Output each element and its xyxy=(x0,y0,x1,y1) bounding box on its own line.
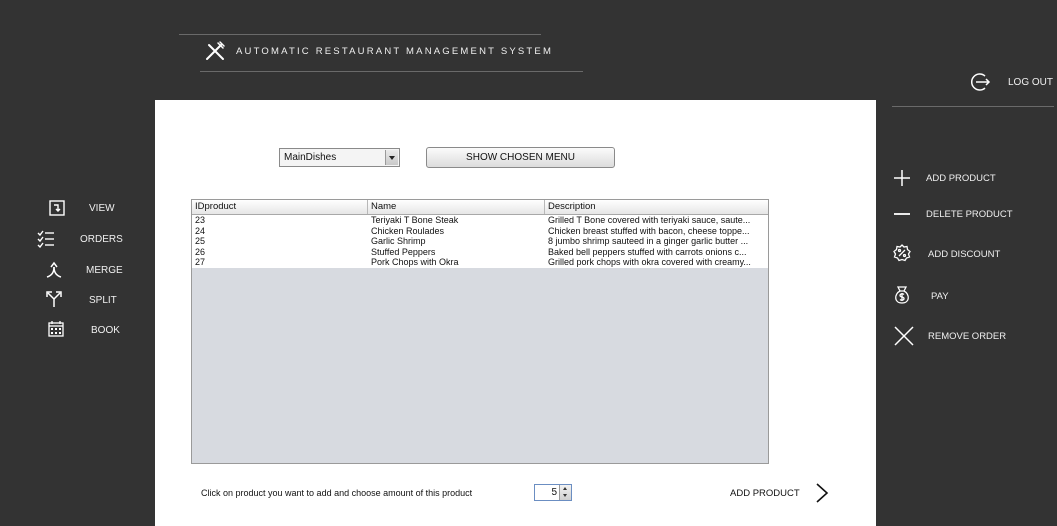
stepper-buttons[interactable] xyxy=(559,485,571,500)
table-row[interactable]: 26 Stuffed Peppers Baked bell peppers st… xyxy=(192,247,768,258)
calendar-icon xyxy=(48,321,64,337)
cell-name: Teriyaki T Bone Steak xyxy=(371,215,459,225)
nav-split[interactable] xyxy=(45,290,63,308)
nav-view-label[interactable]: VIEW xyxy=(89,203,115,214)
app-title: AUTOMATIC RESTAURANT MANAGEMENT SYSTEM xyxy=(236,46,554,57)
cell-id: 24 xyxy=(195,225,206,236)
money-bag-icon[interactable] xyxy=(893,285,911,305)
nav-merge[interactable] xyxy=(45,261,63,279)
add-product-action[interactable]: ADD PRODUCT xyxy=(926,173,996,184)
close-icon[interactable] xyxy=(894,326,914,346)
cell-id: 27 xyxy=(195,257,206,267)
plus-icon[interactable] xyxy=(893,169,911,187)
nav-orders[interactable] xyxy=(37,230,55,248)
table-row[interactable]: 27 Pork Chops with Okra Grilled pork cho… xyxy=(192,257,768,268)
nav-split-label[interactable]: SPLIT xyxy=(89,295,117,306)
add-product-hint: Click on product you want to add and cho… xyxy=(201,488,473,498)
stepper-up-icon[interactable] xyxy=(563,487,567,490)
cutlery-icon xyxy=(206,41,225,60)
column-header-name[interactable]: Name xyxy=(368,200,545,214)
nav-merge-label[interactable]: MERGE xyxy=(86,265,123,276)
logout-icon[interactable] xyxy=(969,71,991,93)
cell-description: Chicken breast stuffed with bacon, chees… xyxy=(548,225,750,236)
table-row[interactable]: 25 Garlic Shrimp 8 jumbo shrimp sauteed … xyxy=(192,236,768,247)
right-panel-divider xyxy=(892,106,1054,107)
cell-id: 26 xyxy=(195,246,206,257)
cell-description: Grilled T Bone covered with teriyaki sau… xyxy=(548,215,751,225)
cell-id: 23 xyxy=(195,215,206,225)
view-icon xyxy=(49,200,65,216)
show-chosen-menu-button[interactable]: SHOW CHOSEN MENU xyxy=(426,147,615,168)
cell-name: Garlic Shrimp xyxy=(371,236,426,246)
nav-orders-label[interactable]: ORDERS xyxy=(80,234,123,245)
cell-description: Baked bell peppers stuffed with carrots … xyxy=(548,246,747,257)
delete-product-action[interactable]: DELETE PRODUCT xyxy=(926,209,1013,220)
table-header: IDproduct Name Description xyxy=(192,200,768,215)
pay-action[interactable]: PAY xyxy=(931,291,949,302)
column-header-idproduct[interactable]: IDproduct xyxy=(192,200,368,214)
nav-view[interactable] xyxy=(48,199,66,217)
stepper-down-icon[interactable] xyxy=(563,494,567,497)
merge-icon xyxy=(46,261,62,278)
nav-book[interactable] xyxy=(47,320,65,338)
cell-description: 8 jumbo shrimp sauteed in a ginger garli… xyxy=(548,236,749,246)
table-row[interactable]: 24 Chicken Roulades Chicken breast stuff… xyxy=(192,226,768,237)
cell-name: Chicken Roulades xyxy=(371,225,445,236)
cell-name: Stuffed Peppers xyxy=(371,246,436,257)
add-discount-action[interactable]: ADD DISCOUNT xyxy=(928,249,1000,260)
cell-id: 25 xyxy=(195,236,206,246)
table-row[interactable]: 23 Teriyaki T Bone Steak Grilled T Bone … xyxy=(192,215,768,226)
quantity-value[interactable]: 5 xyxy=(551,487,557,498)
orders-icon xyxy=(37,230,54,248)
column-header-description[interactable]: Description xyxy=(545,200,768,214)
products-table[interactable]: IDproduct Name Description 23 Teriyaki T… xyxy=(191,199,769,464)
remove-order-action[interactable]: REMOVE ORDER xyxy=(928,331,1006,342)
menu-category-select[interactable]: MainDishes xyxy=(279,148,400,167)
cell-description: Grilled pork chops with okra covered wit… xyxy=(548,257,751,267)
discount-icon[interactable] xyxy=(893,244,911,262)
quantity-stepper[interactable]: 5 xyxy=(534,484,572,501)
chevron-right-icon[interactable] xyxy=(814,482,830,504)
logout-button[interactable]: LOG OUT xyxy=(1008,77,1053,88)
minus-icon[interactable] xyxy=(893,205,911,223)
nav-book-label[interactable]: BOOK xyxy=(91,325,120,336)
split-icon xyxy=(46,291,62,307)
cell-name: Pork Chops with Okra xyxy=(371,257,459,267)
chevron-down-icon[interactable] xyxy=(385,150,398,165)
header-divider-top xyxy=(179,34,541,35)
add-product-button[interactable]: ADD PRODUCT xyxy=(730,488,800,499)
table-body: 23 Teriyaki T Bone Steak Grilled T Bone … xyxy=(192,215,768,268)
header-divider-bottom xyxy=(200,71,583,72)
menu-category-value: MainDishes xyxy=(284,152,337,163)
